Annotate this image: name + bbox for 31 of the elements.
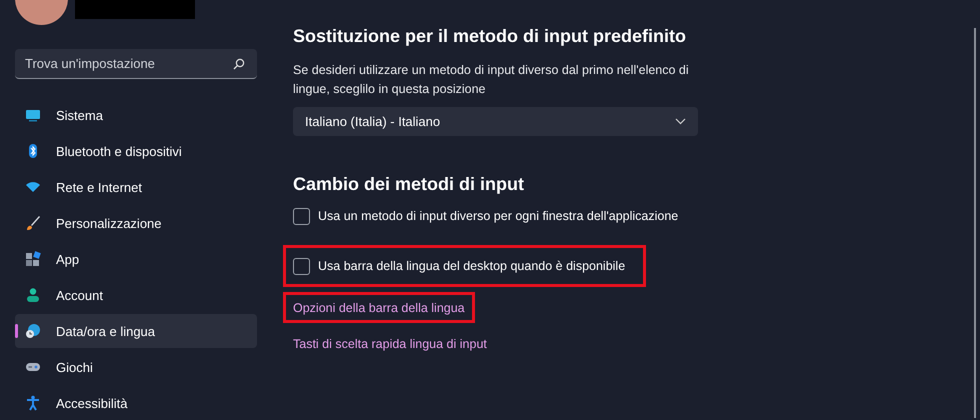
checkbox-option[interactable]: Usa un metodo di input diverso per ogni finestra dell'applicazione	[293, 208, 678, 224]
person-icon	[25, 287, 41, 303]
section-heading: Cambio dei metodi di input	[293, 174, 525, 195]
section-description: Se desideri utilizzare un metodo di input diverso dal primo nell'elenco di lingue, sceglilo in questa posizione	[293, 62, 690, 98]
nav-item[interactable]: Account	[15, 278, 257, 312]
brush-icon	[25, 215, 41, 231]
nav-item[interactable]: Bluetooth e dispositivi	[15, 134, 257, 168]
wifi-icon	[25, 179, 41, 195]
scrollbar[interactable]	[974, 28, 976, 418]
settings-link[interactable]: Opzioni della barra della lingua	[293, 300, 465, 314]
nav-item[interactable]: Accessibilità	[15, 386, 257, 420]
checkbox-option[interactable]: Usa barra della lingua del desktop quando è disponibile	[293, 258, 626, 274]
selection-indicator	[15, 324, 18, 338]
language-dropdown[interactable]: Italiano (Italia) - Italiano	[293, 107, 698, 136]
globe-clock-icon	[25, 323, 41, 339]
nav-item[interactable]: Rete e Internet	[15, 170, 257, 204]
checkbox[interactable]	[293, 258, 310, 274]
settings-link[interactable]: Tasti di scelta rapida lingua di input	[293, 336, 487, 350]
nav-item[interactable]: Sistema	[15, 98, 257, 132]
apps-icon	[25, 251, 41, 267]
nav-item[interactable]: Data/ora e lingua	[15, 314, 257, 348]
chevron-down-icon	[675, 118, 686, 125]
nav-item[interactable]: App	[15, 242, 257, 276]
checkbox[interactable]	[293, 208, 310, 224]
search-field[interactable]: Trova un'impostazione	[15, 49, 257, 79]
accessibility-icon	[25, 395, 41, 411]
nav-item[interactable]: Giochi	[15, 350, 257, 384]
section-heading: Sostituzione per il metodo di input predefinito	[293, 26, 687, 47]
nav-item[interactable]: Personalizzazione	[15, 206, 257, 240]
search-icon	[233, 58, 245, 70]
monitor-icon	[25, 107, 41, 123]
